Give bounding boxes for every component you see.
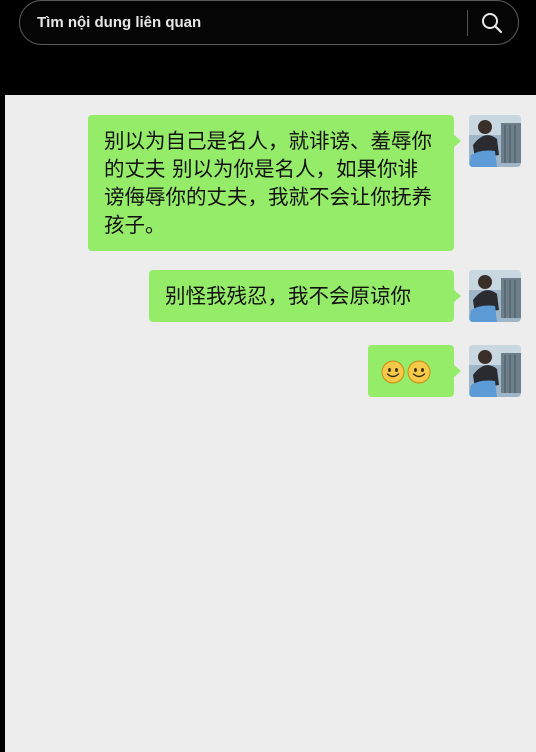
smile-emoji	[381, 360, 405, 384]
search-input[interactable]: Tìm nội dung liên quan	[37, 1, 467, 44]
message-bubble[interactable]	[368, 345, 461, 397]
search-bar: Tìm nội dung liên quan	[19, 0, 519, 45]
message-bubble[interactable]: 别怪我残忍，我不会原谅你	[149, 270, 461, 322]
search-icon	[482, 13, 503, 34]
message-bubble[interactable]: 别以为自己是名人，就诽谤、羞辱你的丈夫 别以为你是名人，如果你诽谤侮辱你的丈夫，…	[88, 115, 461, 251]
message-text: 别怪我残忍，我不会原谅你	[165, 284, 411, 308]
top-bar: Tìm nội dung liên quan	[0, 0, 536, 95]
avatar[interactable]	[469, 270, 521, 322]
search-button[interactable]	[474, 5, 510, 41]
avatar[interactable]	[469, 115, 521, 167]
smile-emoji	[407, 360, 431, 384]
page: Tìm nội dung liên quan 别以为自己是名人，就诽谤、羞辱你的…	[0, 0, 536, 752]
message-text: 别以为自己是名人，就诽谤、羞辱你的丈夫 别以为你是名人，如果你诽谤侮辱你的丈夫，…	[104, 129, 432, 237]
message-row: 别怪我残忍，我不会原谅你	[149, 270, 521, 322]
avatar[interactable]	[469, 345, 521, 397]
search-divider	[467, 10, 468, 36]
chat-area[interactable]: 别以为自己是名人，就诽谤、羞辱你的丈夫 别以为你是名人，如果你诽谤侮辱你的丈夫，…	[5, 95, 536, 752]
message-row: 别以为自己是名人，就诽谤、羞辱你的丈夫 别以为你是名人，如果你诽谤侮辱你的丈夫，…	[88, 115, 521, 251]
message-row	[368, 345, 521, 397]
